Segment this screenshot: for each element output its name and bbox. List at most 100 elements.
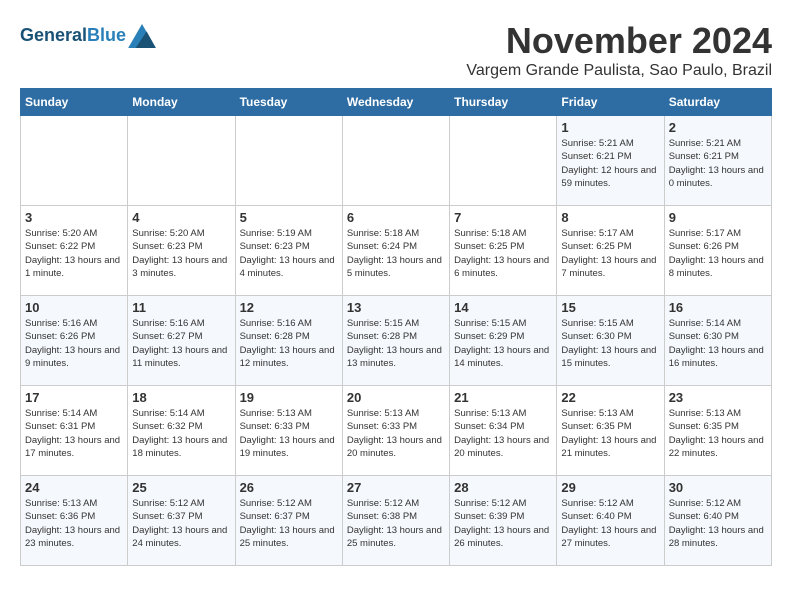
day-number: 21 — [454, 390, 552, 405]
day-number: 20 — [347, 390, 445, 405]
day-number: 19 — [240, 390, 338, 405]
calendar-cell: 19 Sunrise: 5:13 AMSunset: 6:33 PMDayligh… — [235, 386, 342, 476]
day-info: Sunrise: 5:17 AMSunset: 6:26 PMDaylight:… — [669, 227, 767, 280]
day-info: Sunrise: 5:15 AMSunset: 6:28 PMDaylight:… — [347, 317, 445, 370]
day-number: 11 — [132, 300, 230, 315]
calendar-cell: 14 Sunrise: 5:15 AMSunset: 6:29 PMDayligh… — [450, 296, 557, 386]
day-info: Sunrise: 5:15 AMSunset: 6:30 PMDaylight:… — [561, 317, 659, 370]
calendar-week-row: 17 Sunrise: 5:14 AMSunset: 6:31 PMDayligh… — [21, 386, 772, 476]
calendar-cell: 4 Sunrise: 5:20 AMSunset: 6:23 PMDaylight… — [128, 206, 235, 296]
day-info: Sunrise: 5:19 AMSunset: 6:23 PMDaylight:… — [240, 227, 338, 280]
day-number: 29 — [561, 480, 659, 495]
calendar-cell: 30 Sunrise: 5:12 AMSunset: 6:40 PMDayligh… — [664, 476, 771, 566]
weekday-header-sunday: Sunday — [21, 89, 128, 116]
day-number: 22 — [561, 390, 659, 405]
calendar-cell — [21, 116, 128, 206]
day-info: Sunrise: 5:16 AMSunset: 6:26 PMDaylight:… — [25, 317, 123, 370]
weekday-header-row: SundayMondayTuesdayWednesdayThursdayFrid… — [21, 89, 772, 116]
weekday-header-saturday: Saturday — [664, 89, 771, 116]
day-info: Sunrise: 5:13 AMSunset: 6:36 PMDaylight:… — [25, 497, 123, 550]
day-info: Sunrise: 5:16 AMSunset: 6:27 PMDaylight:… — [132, 317, 230, 370]
day-info: Sunrise: 5:21 AMSunset: 6:21 PMDaylight:… — [561, 137, 659, 190]
day-info: Sunrise: 5:18 AMSunset: 6:25 PMDaylight:… — [454, 227, 552, 280]
calendar-cell: 18 Sunrise: 5:14 AMSunset: 6:32 PMDayligh… — [128, 386, 235, 476]
location: Vargem Grande Paulista, Sao Paulo, Brazi… — [466, 62, 772, 80]
day-number: 17 — [25, 390, 123, 405]
day-info: Sunrise: 5:14 AMSunset: 6:31 PMDaylight:… — [25, 407, 123, 460]
calendar-week-row: 10 Sunrise: 5:16 AMSunset: 6:26 PMDayligh… — [21, 296, 772, 386]
calendar-cell: 26 Sunrise: 5:12 AMSunset: 6:37 PMDayligh… — [235, 476, 342, 566]
weekday-header-friday: Friday — [557, 89, 664, 116]
calendar-cell: 22Sunrise: 5:13 AMSunset: 6:35 PMDayligh… — [557, 386, 664, 476]
day-info: Sunrise: 5:20 AMSunset: 6:23 PMDaylight:… — [132, 227, 230, 280]
day-number: 18 — [132, 390, 230, 405]
day-number: 16 — [669, 300, 767, 315]
day-number: 5 — [240, 210, 338, 225]
calendar-cell — [128, 116, 235, 206]
day-number: 14 — [454, 300, 552, 315]
day-info: Sunrise: 5:13 AMSunset: 6:33 PMDaylight:… — [347, 407, 445, 460]
day-info: Sunrise: 5:20 AMSunset: 6:22 PMDaylight:… — [25, 227, 123, 280]
calendar-cell: 23 Sunrise: 5:13 AMSunset: 6:35 PMDayligh… — [664, 386, 771, 476]
day-number: 26 — [240, 480, 338, 495]
day-info: Sunrise: 5:15 AMSunset: 6:29 PMDaylight:… — [454, 317, 552, 370]
day-number: 10 — [25, 300, 123, 315]
title-section: November 2024 Vargem Grande Paulista, Sa… — [466, 20, 772, 80]
header: GeneralBlue November 2024 Vargem Grande … — [20, 20, 772, 80]
calendar-cell: 3Sunrise: 5:20 AMSunset: 6:22 PMDaylight… — [21, 206, 128, 296]
weekday-header-thursday: Thursday — [450, 89, 557, 116]
day-number: 23 — [669, 390, 767, 405]
day-info: Sunrise: 5:14 AMSunset: 6:30 PMDaylight:… — [669, 317, 767, 370]
calendar-cell: 25Sunrise: 5:12 AMSunset: 6:37 PMDayligh… — [128, 476, 235, 566]
day-number: 9 — [669, 210, 767, 225]
weekday-header-monday: Monday — [128, 89, 235, 116]
day-number: 30 — [669, 480, 767, 495]
day-number: 27 — [347, 480, 445, 495]
calendar-cell: 7Sunrise: 5:18 AMSunset: 6:25 PMDaylight… — [450, 206, 557, 296]
day-info: Sunrise: 5:12 AMSunset: 6:38 PMDaylight:… — [347, 497, 445, 550]
day-info: Sunrise: 5:13 AMSunset: 6:33 PMDaylight:… — [240, 407, 338, 460]
weekday-header-wednesday: Wednesday — [342, 89, 449, 116]
day-number: 28 — [454, 480, 552, 495]
calendar-week-row: 3Sunrise: 5:20 AMSunset: 6:22 PMDaylight… — [21, 206, 772, 296]
calendar-cell: 20 Sunrise: 5:13 AMSunset: 6:33 PMDayligh… — [342, 386, 449, 476]
day-info: Sunrise: 5:14 AMSunset: 6:32 PMDaylight:… — [132, 407, 230, 460]
day-info: Sunrise: 5:13 AMSunset: 6:34 PMDaylight:… — [454, 407, 552, 460]
day-number: 24 — [25, 480, 123, 495]
calendar-cell: 17 Sunrise: 5:14 AMSunset: 6:31 PMDayligh… — [21, 386, 128, 476]
calendar-cell: 6Sunrise: 5:18 AMSunset: 6:24 PMDaylight… — [342, 206, 449, 296]
calendar-cell: 12 Sunrise: 5:16 AMSunset: 6:28 PMDayligh… — [235, 296, 342, 386]
calendar-cell: 5 Sunrise: 5:19 AMSunset: 6:23 PMDaylight… — [235, 206, 342, 296]
month-title: November 2024 — [466, 20, 772, 62]
calendar-cell: 27 Sunrise: 5:12 AMSunset: 6:38 PMDayligh… — [342, 476, 449, 566]
calendar-cell: 10 Sunrise: 5:16 AMSunset: 6:26 PMDayligh… — [21, 296, 128, 386]
calendar-cell: 8Sunrise: 5:17 AMSunset: 6:25 PMDaylight… — [557, 206, 664, 296]
calendar-cell: 13 Sunrise: 5:15 AMSunset: 6:28 PMDayligh… — [342, 296, 449, 386]
calendar-cell — [450, 116, 557, 206]
day-number: 2 — [669, 120, 767, 135]
day-info: Sunrise: 5:18 AMSunset: 6:24 PMDaylight:… — [347, 227, 445, 280]
calendar-cell — [342, 116, 449, 206]
day-number: 12 — [240, 300, 338, 315]
day-number: 8 — [561, 210, 659, 225]
calendar-cell: 2Sunrise: 5:21 AMSunset: 6:21 PMDaylight… — [664, 116, 771, 206]
logo: GeneralBlue — [20, 24, 156, 48]
day-number: 1 — [561, 120, 659, 135]
calendar-cell: 21 Sunrise: 5:13 AMSunset: 6:34 PMDayligh… — [450, 386, 557, 476]
day-info: Sunrise: 5:12 AMSunset: 6:39 PMDaylight:… — [454, 497, 552, 550]
weekday-header-tuesday: Tuesday — [235, 89, 342, 116]
logo-text: GeneralBlue — [20, 26, 126, 46]
day-info: Sunrise: 5:12 AMSunset: 6:40 PMDaylight:… — [669, 497, 767, 550]
calendar-week-row: 1 Sunrise: 5:21 AMSunset: 6:21 PMDaylight… — [21, 116, 772, 206]
day-number: 13 — [347, 300, 445, 315]
calendar-cell: 16 Sunrise: 5:14 AMSunset: 6:30 PMDayligh… — [664, 296, 771, 386]
calendar-cell: 1 Sunrise: 5:21 AMSunset: 6:21 PMDaylight… — [557, 116, 664, 206]
calendar-cell: 29Sunrise: 5:12 AMSunset: 6:40 PMDayligh… — [557, 476, 664, 566]
day-number: 4 — [132, 210, 230, 225]
day-info: Sunrise: 5:12 AMSunset: 6:37 PMDaylight:… — [240, 497, 338, 550]
day-number: 25 — [132, 480, 230, 495]
calendar-cell — [235, 116, 342, 206]
day-info: Sunrise: 5:13 AMSunset: 6:35 PMDaylight:… — [669, 407, 767, 460]
calendar-table: SundayMondayTuesdayWednesdayThursdayFrid… — [20, 88, 772, 566]
day-info: Sunrise: 5:16 AMSunset: 6:28 PMDaylight:… — [240, 317, 338, 370]
